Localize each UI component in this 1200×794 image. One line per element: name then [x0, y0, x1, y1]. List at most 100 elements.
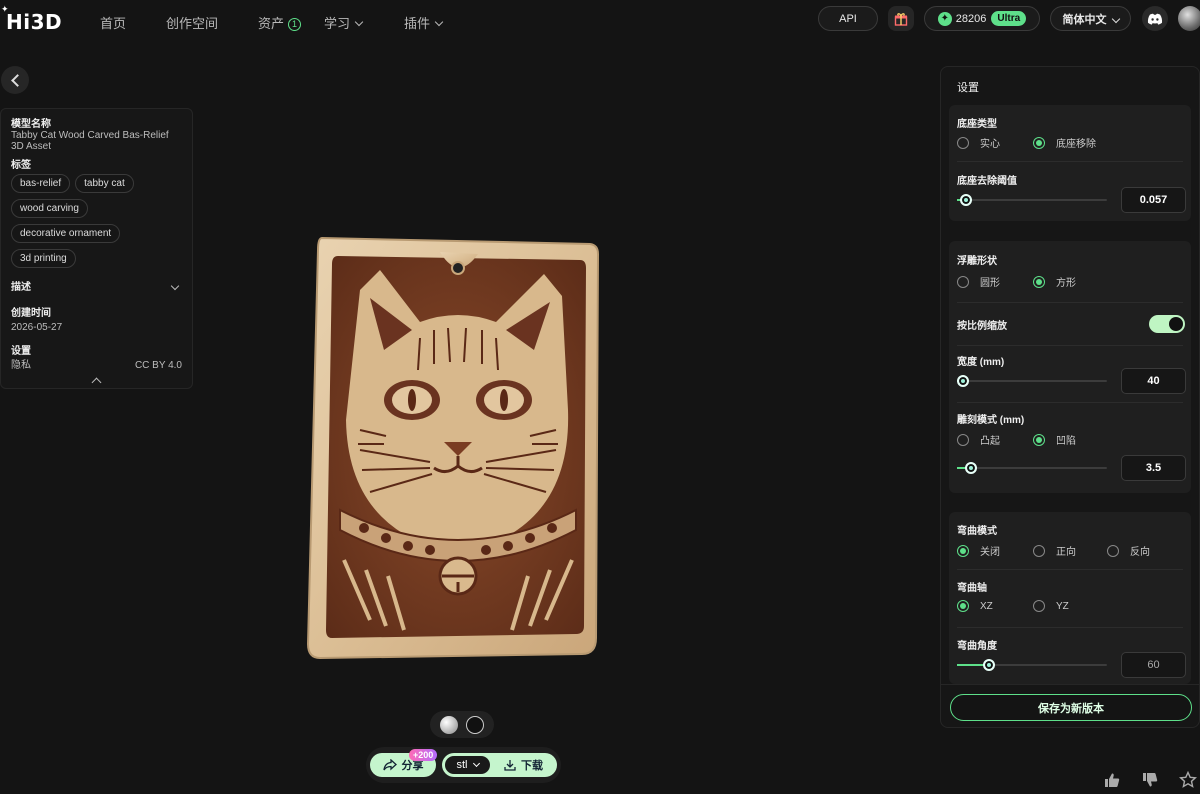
base-type-option-remove[interactable]: 底座移除	[1033, 135, 1096, 150]
thumbs-up-button[interactable]	[1100, 768, 1124, 792]
format-select[interactable]: stl	[445, 756, 490, 774]
slider-knob[interactable]	[960, 194, 972, 206]
wireframe-view-icon[interactable]	[466, 715, 484, 734]
render-mode-toggle	[430, 711, 494, 738]
tag-chip[interactable]: wood carving	[11, 199, 88, 218]
discord-button[interactable]	[1142, 6, 1168, 31]
language-select[interactable]: 简体中文	[1050, 6, 1131, 31]
model-name-value: Tabby Cat Wood Carved Bas-Relief 3D Asse…	[11, 130, 169, 152]
tag-chip[interactable]: 3d printing	[11, 249, 76, 268]
save-new-version-button[interactable]: 保存为新版本	[950, 694, 1192, 721]
avatar[interactable]	[1178, 6, 1200, 31]
collapse-icon[interactable]	[91, 377, 102, 388]
assets-count-badge: 1	[288, 18, 302, 31]
share-icon	[382, 759, 397, 771]
option-label: 实心	[980, 139, 1000, 150]
option-label: 凸起	[980, 436, 1000, 447]
base-threshold-input[interactable]: 0.057	[1121, 187, 1186, 213]
api-button[interactable]: API	[818, 6, 878, 31]
nav-plugins-label: 插件	[404, 16, 431, 31]
base-threshold-slider[interactable]	[957, 194, 1107, 206]
relief-shape-option-square[interactable]: 方形	[1033, 274, 1076, 289]
bend-mode-option-off[interactable]: 关闭	[957, 543, 1000, 558]
tag-chip[interactable]: bas-relief	[11, 174, 71, 193]
radio-icon	[1033, 136, 1045, 149]
radio-icon	[1033, 544, 1045, 557]
download-icon	[504, 760, 516, 771]
base-type-option-solid[interactable]: 实心	[957, 135, 1000, 150]
tag-chip[interactable]: decorative ornament	[11, 224, 121, 243]
bend-angle-input[interactable]: 60	[1121, 652, 1186, 678]
option-label: 凹陷	[1056, 436, 1076, 447]
chevron-down-icon	[170, 281, 180, 290]
model-info-panel: 模型名称 Tabby Cat Wood Carved Bas-Relief 3D…	[0, 108, 193, 389]
nav-assets[interactable]: 资产 1	[258, 13, 302, 32]
radio-icon	[957, 600, 969, 612]
created-label: 创建时间	[11, 308, 51, 319]
width-slider[interactable]	[957, 375, 1107, 387]
thumbs-down-button[interactable]	[1138, 768, 1162, 792]
bend-angle-label: 弯曲角度	[957, 641, 997, 652]
proportional-scale-toggle[interactable]	[1149, 315, 1185, 333]
radio-icon	[957, 433, 969, 446]
tag-chip[interactable]: tabby cat	[75, 174, 134, 193]
logo[interactable]: ✦ Hi3D	[1, 5, 63, 34]
back-button[interactable]	[1, 66, 29, 94]
credits-pill[interactable]: ✦ 28206 Ultra	[924, 6, 1040, 31]
bend-mode-option-forward[interactable]: 正向	[1033, 543, 1076, 558]
radio-icon	[1033, 275, 1045, 288]
tags-label: 标签	[11, 160, 31, 171]
download-group: stl 下载	[442, 753, 557, 777]
thumbs-down-icon	[1143, 773, 1158, 787]
base-type-label: 底座类型	[957, 119, 997, 130]
model-name-label: 模型名称	[11, 119, 51, 130]
bend-axis-option-xz[interactable]: XZ	[957, 600, 993, 612]
download-button[interactable]: 下载	[490, 757, 557, 773]
carve-depth-input[interactable]: 3.5	[1121, 455, 1186, 481]
settings-title: 设置	[957, 82, 979, 94]
option-label: 圆形	[980, 278, 1000, 289]
option-label: YZ	[1056, 600, 1069, 612]
sparkle-icon: ✦	[1, 5, 10, 15]
carve-mode-option-sunken[interactable]: 凹陷	[1033, 432, 1076, 447]
logo-text: Hi3D	[6, 10, 63, 34]
bend-axis-label: 弯曲轴	[957, 583, 987, 594]
width-input[interactable]: 40	[1121, 368, 1186, 394]
base-settings-card: 底座类型 实心 底座移除 底座去除阈值 0.057	[949, 105, 1191, 221]
carve-depth-slider[interactable]	[957, 462, 1107, 474]
discord-icon	[1147, 13, 1163, 25]
slider-knob[interactable]	[982, 659, 995, 671]
nav-plugins[interactable]: 插件	[404, 13, 444, 32]
favorite-button[interactable]	[1176, 768, 1200, 792]
textured-view-icon[interactable]	[440, 715, 458, 734]
relief-shape-label: 浮雕形状	[957, 256, 997, 267]
nav-learn[interactable]: 学习	[324, 13, 364, 32]
cat-relief-plaque	[306, 236, 600, 660]
carve-mode-option-raised[interactable]: 凸起	[957, 432, 1000, 447]
divider	[957, 302, 1183, 303]
radio-icon	[957, 136, 969, 149]
divider	[957, 569, 1183, 570]
gift-button[interactable]	[888, 6, 914, 31]
model-viewport[interactable]	[300, 230, 605, 670]
slider-knob[interactable]	[957, 375, 969, 387]
description-toggle[interactable]: 描述	[11, 278, 182, 293]
bend-angle-slider[interactable]	[957, 659, 1107, 671]
option-label: 关闭	[980, 547, 1000, 558]
radio-icon	[1033, 433, 1045, 446]
bend-mode-option-reverse[interactable]: 反向	[1107, 543, 1150, 558]
nav-workspace[interactable]: 创作空间	[166, 13, 218, 32]
nav-home[interactable]: 首页	[100, 13, 126, 32]
option-label: 正向	[1056, 547, 1076, 558]
radio-icon	[1107, 544, 1119, 557]
divider	[957, 402, 1183, 403]
relief-shape-option-round[interactable]: 圆形	[957, 274, 1000, 289]
language-value: 简体中文	[1062, 13, 1107, 26]
share-button[interactable]: 分享 +200	[370, 749, 438, 777]
slider-knob[interactable]	[964, 462, 977, 474]
radio-icon	[957, 544, 969, 557]
option-label: 底座移除	[1056, 139, 1096, 150]
bend-axis-option-yz[interactable]: YZ	[1033, 600, 1069, 612]
format-value: stl	[456, 759, 468, 771]
nav-assets-label: 资产	[258, 16, 285, 31]
